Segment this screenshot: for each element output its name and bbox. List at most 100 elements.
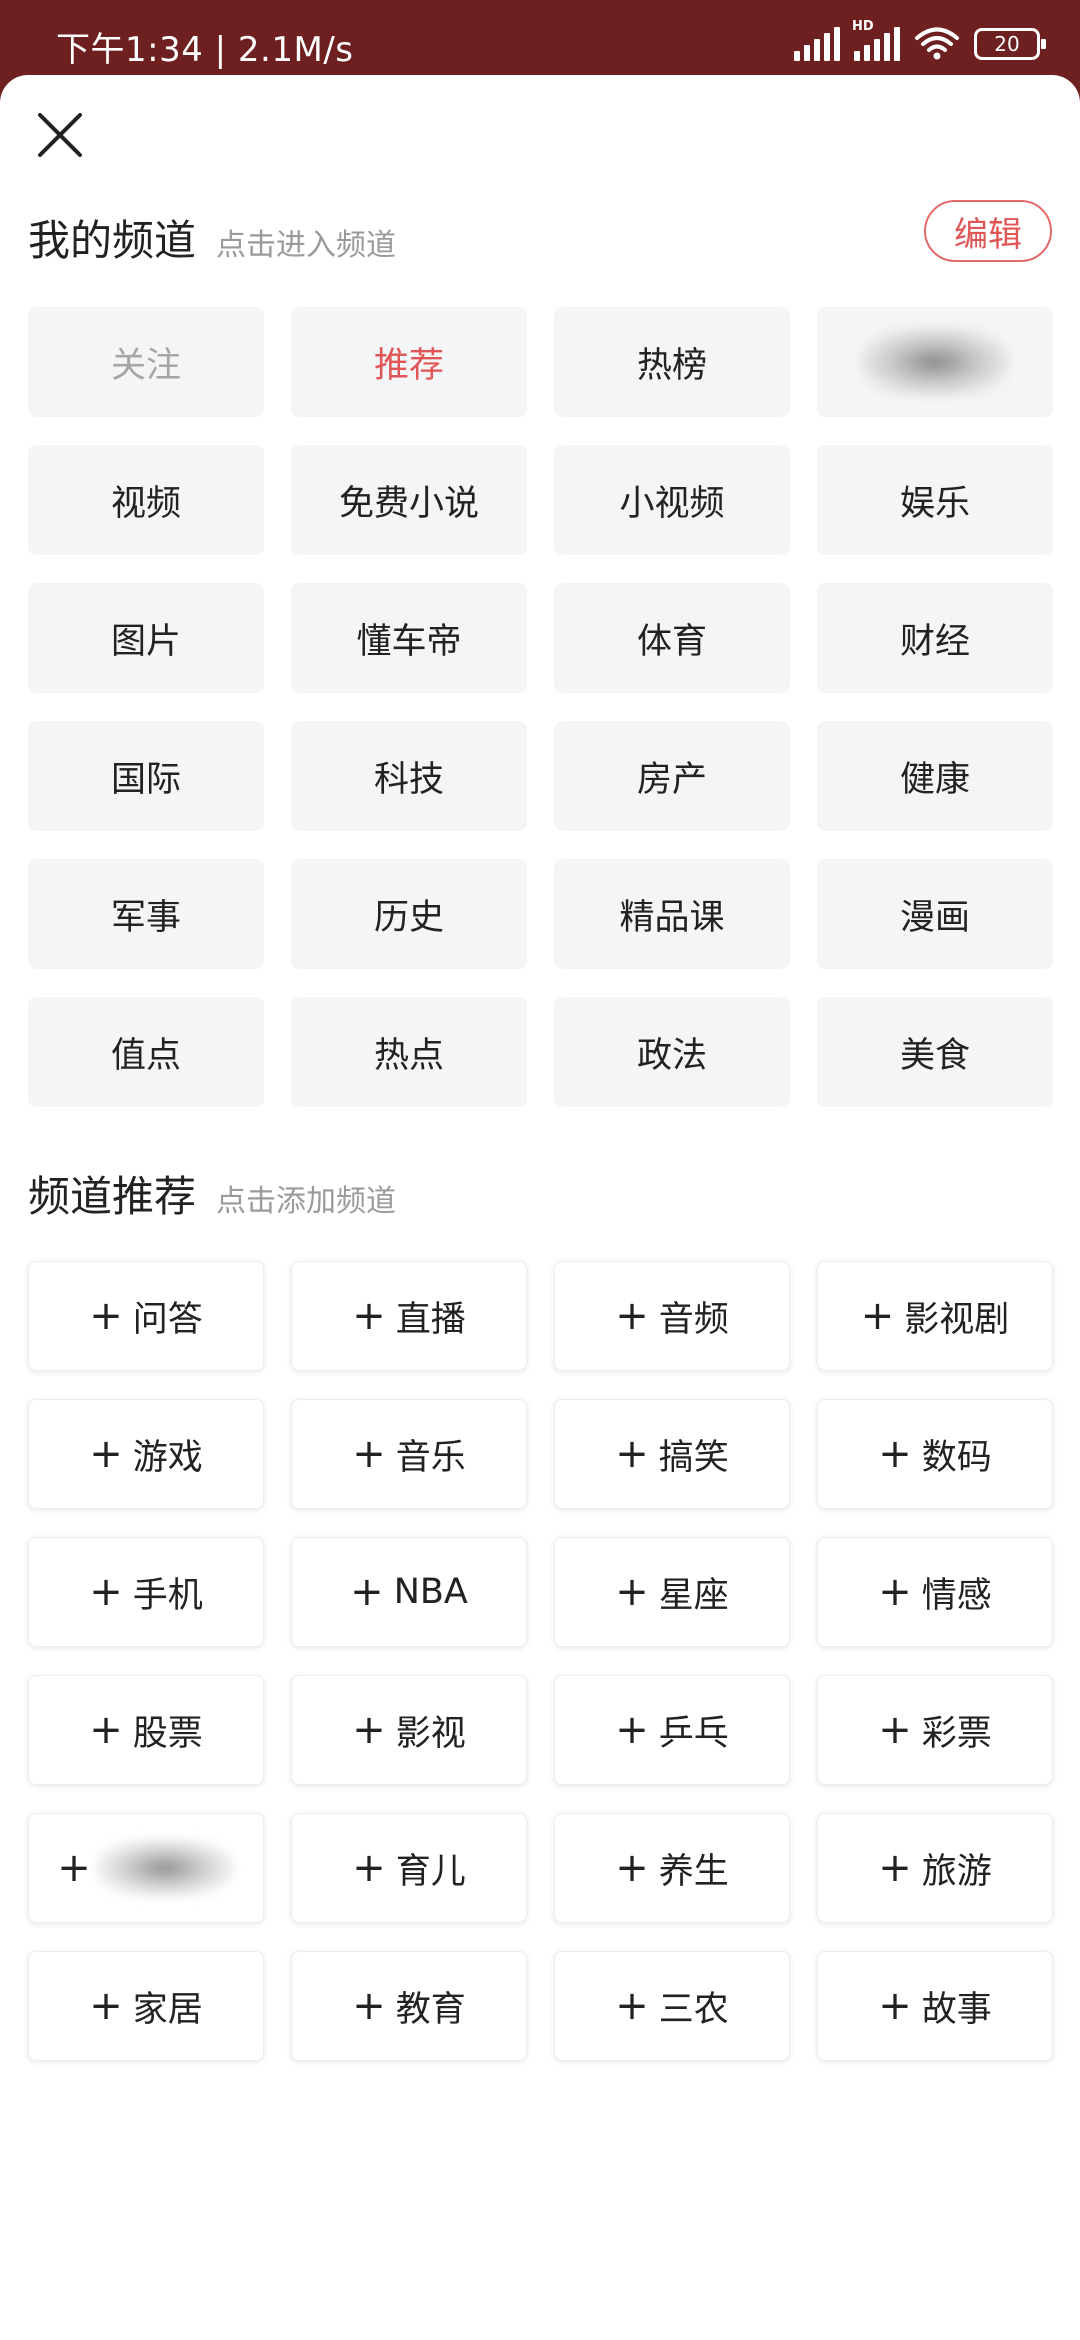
- plus-icon: +: [615, 1983, 649, 2029]
- obscured-label: [94, 1838, 235, 1898]
- plus-icon: +: [352, 1431, 386, 1477]
- add-channel-tile[interactable]: + 教育: [291, 1951, 527, 2061]
- channel-label: 推荐: [373, 345, 444, 386]
- channel-label: 关注: [110, 345, 181, 386]
- channel-tile[interactable]: 图片: [28, 583, 264, 693]
- channel-label: 星座: [658, 1575, 729, 1616]
- signal-hd-icon: HD: [852, 19, 900, 61]
- add-channel-tile[interactable]: + 乒乓: [554, 1675, 790, 1785]
- plus-icon: +: [352, 1983, 386, 2029]
- plus-icon: +: [878, 1983, 912, 2029]
- channel-label: 股票: [132, 1713, 203, 1754]
- channel-tile[interactable]: 房产: [554, 721, 790, 831]
- channel-tile[interactable]: 热点: [291, 997, 527, 1107]
- add-channel-tile[interactable]: + 手机: [28, 1537, 264, 1647]
- plus-icon: +: [878, 1431, 912, 1477]
- add-channel-tile[interactable]: + 养生: [554, 1813, 790, 1923]
- plus-icon: +: [615, 1431, 649, 1477]
- hd-badge: HD: [852, 19, 874, 34]
- channel-tile[interactable]: 科技: [291, 721, 527, 831]
- channel-label: 免费小说: [338, 483, 479, 524]
- channel-label: 热榜: [636, 345, 707, 386]
- channel-tile[interactable]: 小视频: [554, 445, 790, 555]
- channel-label: 乒乓: [658, 1713, 729, 1754]
- edit-button[interactable]: 编辑: [924, 200, 1052, 262]
- close-icon[interactable]: [30, 105, 90, 165]
- channel-tile[interactable]: 漫画: [817, 859, 1053, 969]
- plus-icon: +: [350, 1569, 384, 1615]
- add-channel-tile[interactable]: + 音乐: [291, 1399, 527, 1509]
- add-channel-tile[interactable]: + 故事: [817, 1951, 1053, 2061]
- channel-tile[interactable]: [817, 307, 1053, 417]
- channel-tile[interactable]: 体育: [554, 583, 790, 693]
- add-channel-tile[interactable]: + 数码: [817, 1399, 1053, 1509]
- channel-label: 手机: [132, 1575, 203, 1616]
- channel-label: NBA: [393, 1572, 468, 1612]
- channel-label: 数码: [921, 1437, 992, 1478]
- plus-icon: +: [860, 1293, 895, 1339]
- channel-tile[interactable]: 值点: [28, 997, 264, 1107]
- channel-tile[interactable]: 美食: [817, 997, 1053, 1107]
- add-channel-tile[interactable]: + 情感: [817, 1537, 1053, 1647]
- channel-tile[interactable]: 精品课: [554, 859, 790, 969]
- channel-tile[interactable]: 国际: [28, 721, 264, 831]
- channel-tile[interactable]: 免费小说: [291, 445, 527, 555]
- my-channels-header: 我的频道 点击进入频道: [28, 207, 396, 268]
- channel-tile[interactable]: 视频: [28, 445, 264, 555]
- plus-icon: +: [89, 1431, 123, 1477]
- add-channel-tile[interactable]: + 音频: [554, 1261, 790, 1371]
- channel-label: 国际: [110, 759, 181, 800]
- status-time: 下午1:34 | 2.1M/s: [56, 30, 354, 70]
- signal-icon: [794, 27, 840, 61]
- channel-label: 养生: [658, 1851, 729, 1892]
- recommended-grid: + 问答 + 直播 + 音频 + 影视剧 + 游戏 + 音乐 + 搞笑 + 数码 + 手机 + NBA + 星座 + 情感 + 股…: [28, 1261, 1053, 2061]
- channel-label: 美食: [899, 1035, 970, 1076]
- channel-label: 房产: [636, 759, 707, 800]
- add-channel-tile[interactable]: + 影视: [291, 1675, 527, 1785]
- my-channels-subtitle: 点击进入频道: [216, 228, 397, 263]
- channel-tile[interactable]: 推荐: [291, 307, 527, 417]
- add-channel-tile[interactable]: + 问答: [28, 1261, 264, 1371]
- add-channel-tile[interactable]: + 股票: [28, 1675, 264, 1785]
- add-channel-tile[interactable]: + 游戏: [28, 1399, 264, 1509]
- add-channel-tile[interactable]: + 直播: [291, 1261, 527, 1371]
- add-channel-tile[interactable]: + NBA: [291, 1537, 527, 1647]
- add-channel-tile[interactable]: + 影视剧: [817, 1261, 1053, 1371]
- channel-tile[interactable]: 军事: [28, 859, 264, 969]
- channel-label: 问答: [132, 1299, 203, 1340]
- channel-label: 直播: [395, 1299, 466, 1340]
- channel-label: 育儿: [395, 1851, 466, 1892]
- add-channel-tile[interactable]: + 家居: [28, 1951, 264, 2061]
- channel-tile[interactable]: 关注: [28, 307, 264, 417]
- channel-label: 三农: [658, 1989, 729, 2030]
- channel-tile[interactable]: 政法: [554, 997, 790, 1107]
- recommended-header: 频道推荐 点击添加频道: [28, 1163, 396, 1224]
- add-channel-tile[interactable]: +: [28, 1813, 264, 1923]
- add-channel-tile[interactable]: + 搞笑: [554, 1399, 790, 1509]
- add-channel-tile[interactable]: + 旅游: [817, 1813, 1053, 1923]
- add-channel-tile[interactable]: + 星座: [554, 1537, 790, 1647]
- channel-label: 视频: [110, 483, 181, 524]
- channel-tile[interactable]: 懂车帝: [291, 583, 527, 693]
- status-bar: 下午1:34 | 2.1M/s HD 20: [0, 0, 1080, 75]
- add-channel-tile[interactable]: + 三农: [554, 1951, 790, 2061]
- channel-label: 音乐: [395, 1437, 466, 1478]
- channel-tile[interactable]: 热榜: [554, 307, 790, 417]
- plus-icon: +: [89, 1293, 123, 1339]
- plus-icon: +: [615, 1569, 649, 1615]
- channel-tile[interactable]: 娱乐: [817, 445, 1053, 555]
- add-channel-tile[interactable]: + 彩票: [817, 1675, 1053, 1785]
- my-channels-title: 我的频道: [28, 216, 197, 265]
- channel-label: 精品课: [619, 897, 725, 938]
- channel-label: 音频: [658, 1299, 729, 1340]
- channel-tile[interactable]: 财经: [817, 583, 1053, 693]
- channel-label: 健康: [899, 759, 970, 800]
- channel-label: 政法: [636, 1035, 707, 1076]
- channel-tile[interactable]: 历史: [291, 859, 527, 969]
- channel-label: 故事: [921, 1989, 992, 2030]
- add-channel-tile[interactable]: + 育儿: [291, 1813, 527, 1923]
- plus-icon: +: [89, 1707, 123, 1753]
- channel-tile[interactable]: 健康: [817, 721, 1053, 831]
- channel-label: 体育: [636, 621, 707, 662]
- wifi-icon: [915, 27, 959, 60]
